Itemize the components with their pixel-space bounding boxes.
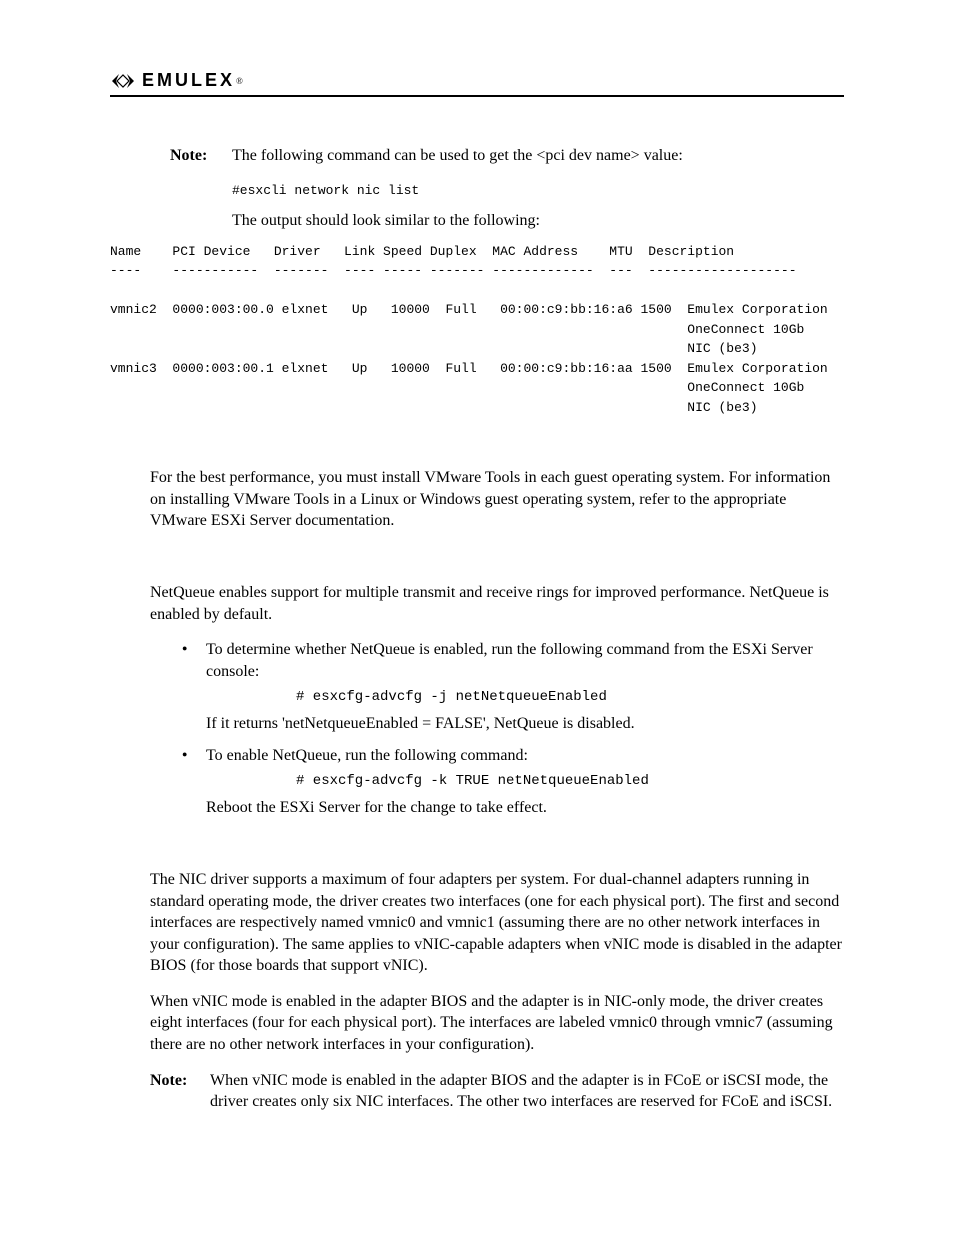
- note-text: The following command can be used to get…: [232, 145, 844, 167]
- document-body: Note: The following command can be used …: [110, 145, 844, 1113]
- registered-icon: ®: [236, 76, 243, 86]
- note-text: When vNIC mode is enabled in the adapter…: [210, 1070, 844, 1113]
- netqueue-bullet-list: To determine whether NetQueue is enabled…: [178, 639, 844, 819]
- note-label: Note:: [170, 145, 232, 167]
- command-text: #esxcli network nic list: [232, 181, 844, 201]
- note-followup: The output should look similar to the fo…: [232, 210, 844, 232]
- bullet-lead: To enable NetQueue, run the following co…: [206, 745, 844, 767]
- note-label: Note:: [150, 1070, 210, 1113]
- note-block: Note: When vNIC mode is enabled in the a…: [150, 1070, 844, 1113]
- page-header: EMULEX ®: [110, 70, 844, 97]
- netqueue-intro-paragraph: NetQueue enables support for multiple tr…: [150, 582, 844, 625]
- nic-paragraph-2: When vNIC mode is enabled in the adapter…: [150, 991, 844, 1056]
- note-block: Note: The following command can be used …: [170, 145, 844, 167]
- bullet-lead: To determine whether NetQueue is enabled…: [206, 639, 844, 682]
- command-text: # esxcfg-advcfg -k TRUE netNetqueueEnabl…: [296, 772, 844, 791]
- brand-name: EMULEX: [142, 70, 235, 91]
- command-block: #esxcli network nic list: [232, 181, 844, 201]
- nic-paragraph-1: The NIC driver supports a maximum of fou…: [150, 869, 844, 977]
- list-item: To enable NetQueue, run the following co…: [178, 745, 844, 819]
- output-table: Name PCI Device Driver Link Speed Duplex…: [110, 242, 884, 418]
- bullet-follow: Reboot the ESXi Server for the change to…: [206, 797, 844, 819]
- bullet-follow: If it returns 'netNetqueueEnabled = FALS…: [206, 713, 844, 735]
- vmware-tools-paragraph: For the best performance, you must insta…: [150, 467, 844, 532]
- output-preformatted: Name PCI Device Driver Link Speed Duplex…: [110, 242, 884, 418]
- command-text: # esxcfg-advcfg -j netNetqueueEnabled: [296, 688, 844, 707]
- brand-logo-icon: [110, 73, 136, 89]
- list-item: To determine whether NetQueue is enabled…: [178, 639, 844, 735]
